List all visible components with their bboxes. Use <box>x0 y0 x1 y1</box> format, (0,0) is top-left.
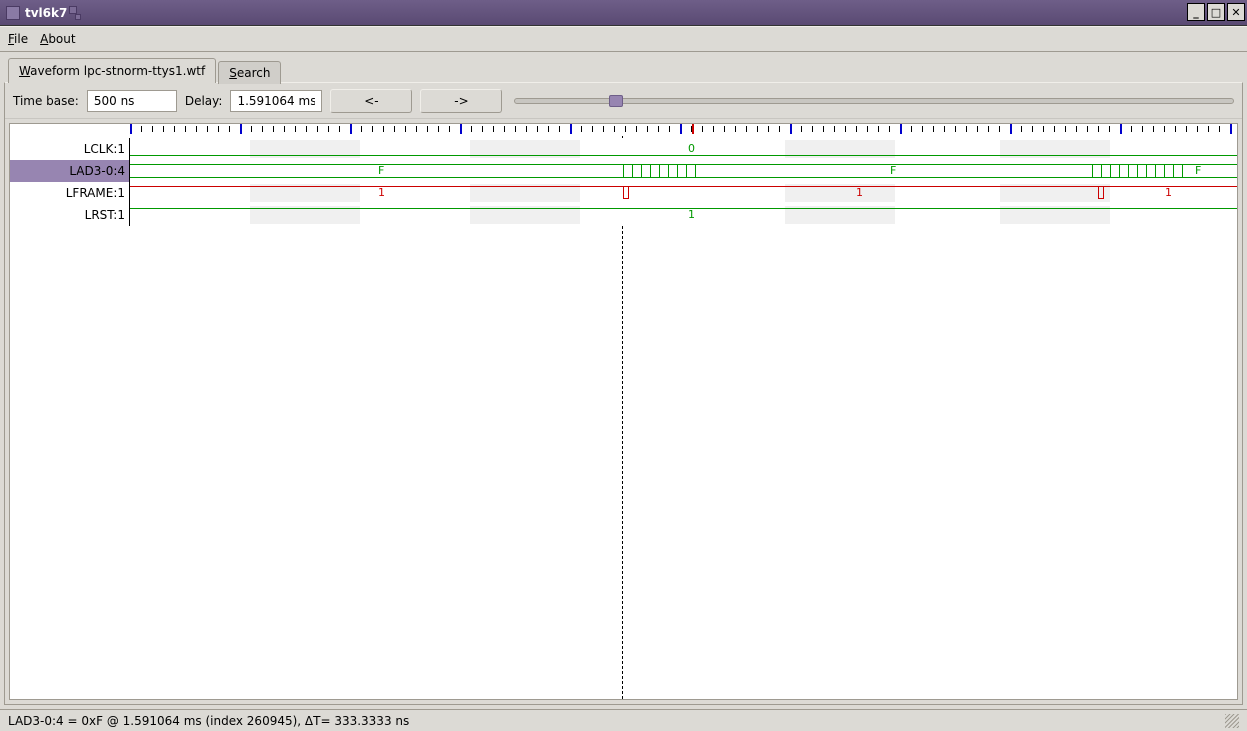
delay-label: Delay: <box>185 94 223 108</box>
time-slider[interactable] <box>514 98 1234 104</box>
close-button[interactable]: ✕ <box>1227 3 1245 21</box>
maximize-button[interactable]: □ <box>1207 3 1225 21</box>
signal-label: LAD3-0:4 <box>10 160 130 182</box>
nav-prev-button[interactable]: <- <box>330 89 412 113</box>
timebase-input[interactable] <box>87 90 177 112</box>
resize-grip-icon[interactable] <box>1225 714 1239 728</box>
nav-next-button[interactable]: -> <box>420 89 502 113</box>
signal-row-lclk[interactable]: LCLK:1 0 <box>10 138 1237 160</box>
signal-value: 1 <box>1165 186 1172 199</box>
slider-thumb[interactable] <box>609 95 623 107</box>
tab-search[interactable]: Search <box>218 61 281 84</box>
title-deco-icon <box>75 14 81 20</box>
signal-label: LRST:1 <box>10 204 130 226</box>
time-ruler <box>130 124 1237 136</box>
window-title: tvl6k7 <box>25 6 67 20</box>
titlebar: tvl6k7 _ □ ✕ <box>0 0 1247 26</box>
signal-label: LFRAME:1 <box>10 182 130 204</box>
app-icon <box>6 6 20 20</box>
tab-waveform[interactable]: Waveform lpc-stnorm-ttys1.wtf <box>8 58 216 83</box>
minimize-button[interactable]: _ <box>1187 3 1205 21</box>
signal-value: 1 <box>688 208 695 221</box>
statusbar: LAD3-0:4 = 0xF @ 1.591064 ms (index 2609… <box>0 709 1247 731</box>
signal-value: 1 <box>378 186 385 199</box>
timebase-label: Time base: <box>13 94 79 108</box>
delay-input[interactable] <box>230 90 322 112</box>
title-deco-icon <box>69 6 77 14</box>
signal-label: LCLK:1 <box>10 138 130 160</box>
bus-value: F <box>1195 164 1201 177</box>
signal-value: 0 <box>688 142 695 155</box>
controls-row: Time base: Delay: <- -> <box>5 83 1242 119</box>
bus-value: F <box>890 164 896 177</box>
menubar: File About <box>0 26 1247 52</box>
status-text: LAD3-0:4 = 0xF @ 1.591064 ms (index 2609… <box>8 714 409 728</box>
waveform-area[interactable]: LCLK:1 0 LAD3-0:4 F F F <box>9 123 1238 700</box>
signal-value: 1 <box>856 186 863 199</box>
notebook: Waveform lpc-stnorm-ttys1.wtf Search Tim… <box>0 52 1247 709</box>
signal-row-lrst[interactable]: LRST:1 1 <box>10 204 1237 226</box>
bus-value: F <box>378 164 384 177</box>
menu-about[interactable]: About <box>40 32 76 46</box>
menu-file[interactable]: File <box>8 32 28 46</box>
signal-row-lframe[interactable]: LFRAME:1 1 1 1 <box>10 182 1237 204</box>
signal-row-lad[interactable]: LAD3-0:4 F F F <box>10 160 1237 182</box>
